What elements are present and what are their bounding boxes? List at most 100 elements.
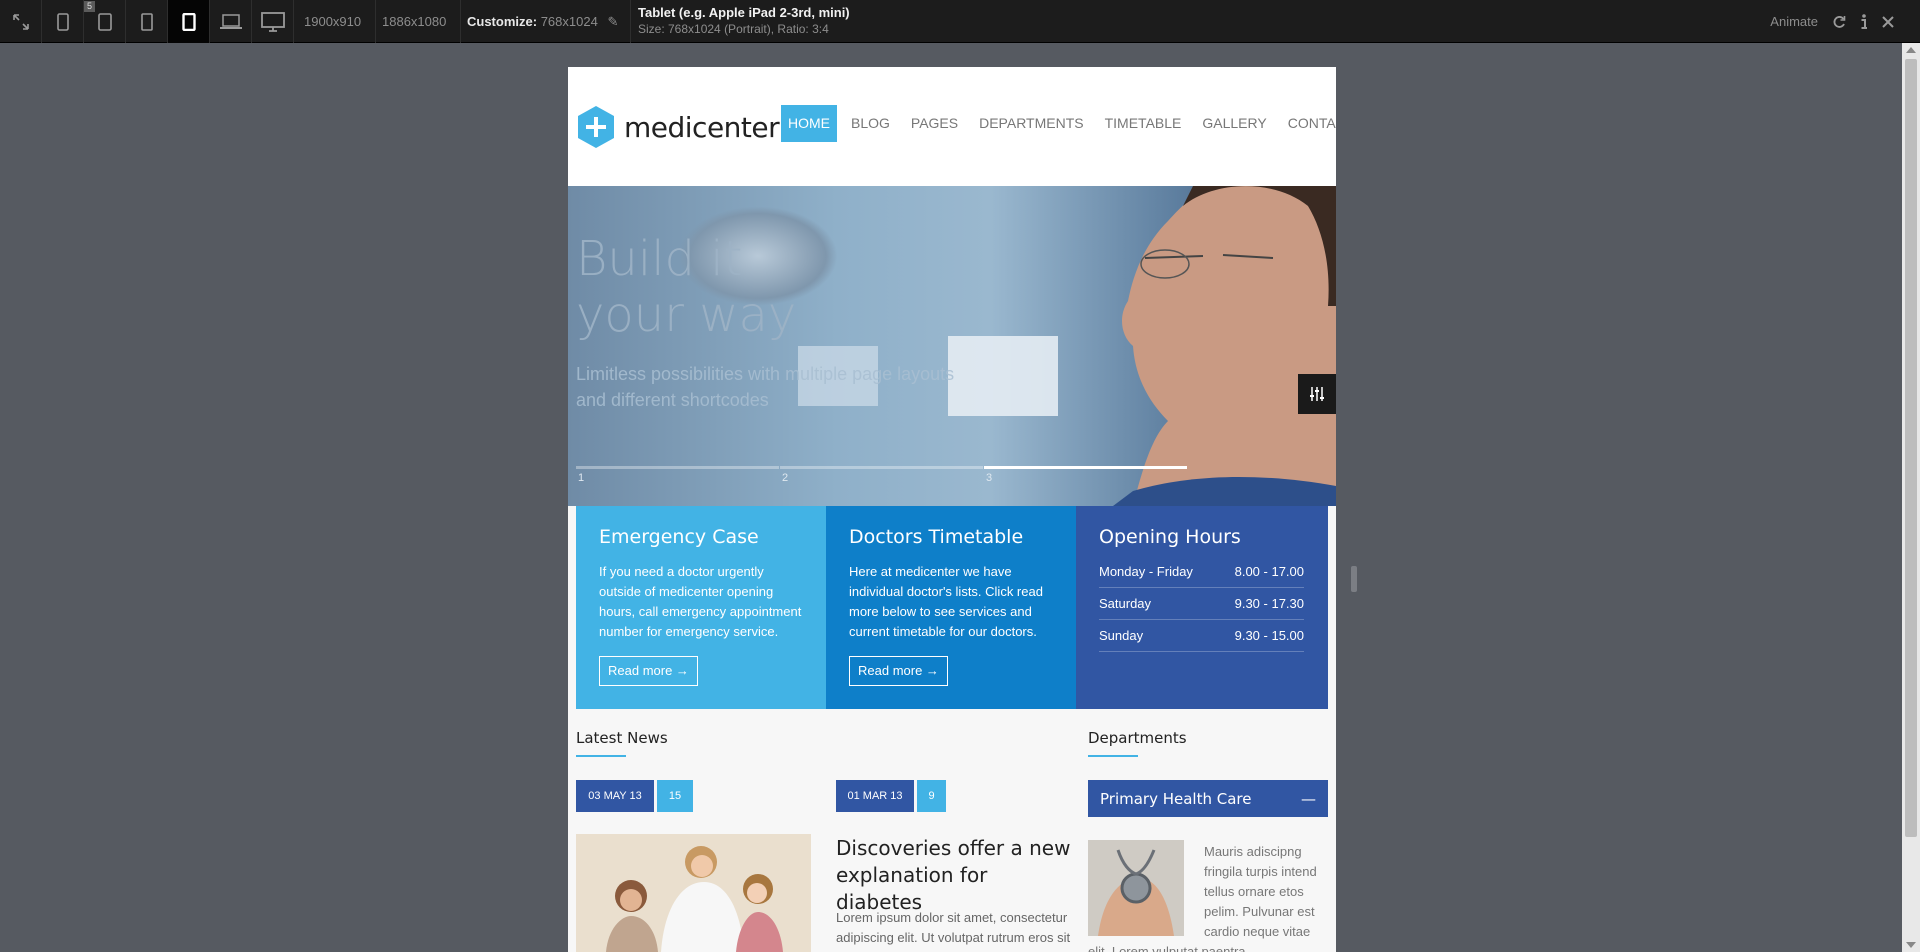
doctor-with-patient-image bbox=[576, 834, 811, 952]
expand-icon bbox=[12, 13, 29, 30]
slide-progress-1[interactable] bbox=[576, 466, 779, 469]
nav-pages[interactable]: PAGES bbox=[904, 105, 965, 142]
logo-text: medicenter bbox=[624, 110, 780, 144]
sliders-icon bbox=[1310, 387, 1324, 401]
news-title[interactable]: Discoveries offer a new explanation for … bbox=[836, 835, 1076, 916]
website-preview-frame: medicenter HOME BLOG PAGES DEPARTMENTS T… bbox=[568, 67, 1336, 952]
doctor-portrait-image bbox=[1113, 186, 1336, 506]
smartphone-icon bbox=[56, 12, 69, 31]
monitor-icon bbox=[260, 11, 285, 32]
device-title: Tablet (e.g. Apple iPad 2-3rd, mini) bbox=[638, 5, 850, 20]
slide-progress-3[interactable] bbox=[984, 466, 1187, 469]
timetable-title: Doctors Timetable bbox=[849, 526, 1024, 548]
device-count-badge: 5 bbox=[84, 1, 96, 12]
site-logo[interactable]: medicenter bbox=[576, 105, 780, 149]
hero-title-line-1: Build it bbox=[576, 231, 743, 287]
department-name: Primary Health Care bbox=[1100, 789, 1252, 808]
heading-underline bbox=[1088, 755, 1138, 757]
device-laptop-button[interactable] bbox=[210, 0, 252, 43]
rotate-icon[interactable] bbox=[1832, 15, 1846, 29]
emergency-title: Emergency Case bbox=[599, 526, 759, 548]
main-nav: HOME BLOG PAGES DEPARTMENTS TIMETABLE GA… bbox=[781, 105, 1336, 142]
slide-number-3[interactable]: 3 bbox=[986, 472, 992, 484]
hero-subtitle: Limitless possibilities with multiple pa… bbox=[576, 364, 955, 410]
customize-label: Customize: bbox=[467, 14, 538, 29]
hero-monitor-screen bbox=[948, 336, 1058, 416]
emergency-text: If you need a doctor urgently outside of… bbox=[599, 564, 802, 639]
medical-cross-hexagon-icon bbox=[578, 106, 614, 148]
emergency-case-box: Emergency Case If you need a doctor urge… bbox=[576, 506, 826, 709]
timetable-text: Here at medicenter we have individual do… bbox=[849, 564, 1043, 639]
hero-slider: Build it your way Limitless possibilitie… bbox=[568, 186, 1336, 506]
news-comments-badge[interactable]: 9 bbox=[917, 780, 946, 812]
department-description: Mauris adiscipng fringila turpis intend … bbox=[1088, 840, 1326, 952]
device-desktop-button[interactable] bbox=[252, 0, 294, 43]
hours-time: 9.30 - 15.00 bbox=[1234, 628, 1304, 643]
laptop-icon bbox=[219, 13, 242, 29]
scroll-thumb[interactable] bbox=[1905, 59, 1917, 837]
hours-day: Saturday bbox=[1099, 596, 1152, 611]
timetable-read-more-button[interactable]: Read more → bbox=[849, 656, 948, 686]
collapse-icon[interactable]: — bbox=[1301, 790, 1316, 808]
hours-title: Opening Hours bbox=[1099, 526, 1241, 548]
slide-number-1[interactable]: 1 bbox=[578, 472, 584, 484]
hours-day: Monday - Friday bbox=[1099, 564, 1193, 579]
scroll-down-arrow-icon[interactable] bbox=[1906, 942, 1916, 948]
device-tablet-button[interactable] bbox=[168, 0, 210, 43]
stethoscope-hands-image bbox=[1088, 840, 1184, 936]
latest-news-heading: Latest News bbox=[576, 729, 668, 747]
emergency-read-more-button[interactable]: Read more → bbox=[599, 656, 698, 686]
slide-progress-2[interactable] bbox=[780, 466, 983, 469]
department-accordion-header[interactable]: Primary Health Care — bbox=[1088, 780, 1328, 817]
customize-size-button[interactable]: Customize: 768x1024 ✎ bbox=[455, 0, 632, 43]
site-header: medicenter HOME BLOG PAGES DEPARTMENTS T… bbox=[568, 67, 1336, 186]
opening-hours-box: Opening Hours Monday - Friday 8.00 - 17.… bbox=[1076, 506, 1328, 709]
customize-value: 768x1024 bbox=[540, 14, 598, 29]
slide-number-2[interactable]: 2 bbox=[782, 472, 788, 484]
pencil-icon: ✎ bbox=[607, 14, 619, 29]
nav-contact[interactable]: CONTACT bbox=[1281, 105, 1336, 142]
hours-row: Monday - Friday 8.00 - 17.00 bbox=[1099, 556, 1304, 588]
department-image bbox=[1088, 840, 1184, 936]
news-image[interactable] bbox=[576, 834, 811, 952]
hours-day: Sunday bbox=[1099, 628, 1144, 643]
heading-underline bbox=[576, 755, 626, 757]
close-icon[interactable] bbox=[1882, 15, 1894, 28]
animate-toggle[interactable]: Animate bbox=[1770, 14, 1818, 29]
feature-boxes: Emergency Case If you need a doctor urge… bbox=[576, 506, 1328, 709]
nav-home[interactable]: HOME bbox=[781, 105, 837, 142]
info-icon[interactable] bbox=[1860, 13, 1868, 30]
style-switcher-button[interactable] bbox=[1298, 374, 1336, 414]
doctors-timetable-box: Doctors Timetable Here at medicenter we … bbox=[826, 506, 1076, 709]
news-comments-badge[interactable]: 15 bbox=[657, 780, 693, 812]
device-small-tablet-button[interactable] bbox=[126, 0, 168, 43]
tablet-icon bbox=[140, 12, 153, 31]
news-date-badge: 03 MAY 13 bbox=[576, 780, 654, 812]
nav-timetable[interactable]: TIMETABLE bbox=[1098, 105, 1189, 142]
nav-gallery[interactable]: GALLERY bbox=[1195, 105, 1273, 142]
device-phone-button[interactable] bbox=[42, 0, 84, 43]
scroll-up-arrow-icon[interactable] bbox=[1906, 47, 1916, 53]
news-excerpt: Lorem ipsum dolor sit amet, consectetur … bbox=[836, 910, 1071, 952]
hours-time: 9.30 - 17.30 bbox=[1234, 596, 1304, 611]
frame-resize-handle[interactable] bbox=[1351, 566, 1357, 592]
tablet-icon bbox=[181, 12, 196, 31]
page-scrollbar[interactable] bbox=[1902, 43, 1920, 952]
hero-title-line-2: your way bbox=[576, 287, 797, 343]
nav-departments[interactable]: DEPARTMENTS bbox=[972, 105, 1091, 142]
nav-blog[interactable]: BLOG bbox=[844, 105, 897, 142]
hero-title: Build it your way bbox=[576, 231, 796, 343]
toolbar-right: Animate bbox=[1770, 0, 1894, 43]
resolution-preset-1[interactable]: 1900x910 bbox=[290, 0, 377, 43]
departments-heading: Departments bbox=[1088, 729, 1187, 747]
hours-row: Saturday 9.30 - 17.30 bbox=[1099, 588, 1304, 620]
smartphone-icon bbox=[97, 12, 112, 31]
hours-time: 8.00 - 17.00 bbox=[1234, 564, 1304, 579]
news-date-badge: 01 MAR 13 bbox=[836, 780, 914, 812]
hours-row: Sunday 9.30 - 15.00 bbox=[1099, 620, 1304, 652]
resolution-preset-2[interactable]: 1886x1080 bbox=[368, 0, 462, 43]
device-size-info: Size: 768x1024 (Portrait), Ratio: 3:4 bbox=[638, 22, 829, 36]
device-info: Tablet (e.g. Apple iPad 2-3rd, mini) Siz… bbox=[638, 4, 850, 37]
fullscreen-button[interactable] bbox=[0, 0, 42, 43]
preview-toolbar: 5 1900x910 1886x1080 Customize: 768x1024… bbox=[0, 0, 1920, 43]
